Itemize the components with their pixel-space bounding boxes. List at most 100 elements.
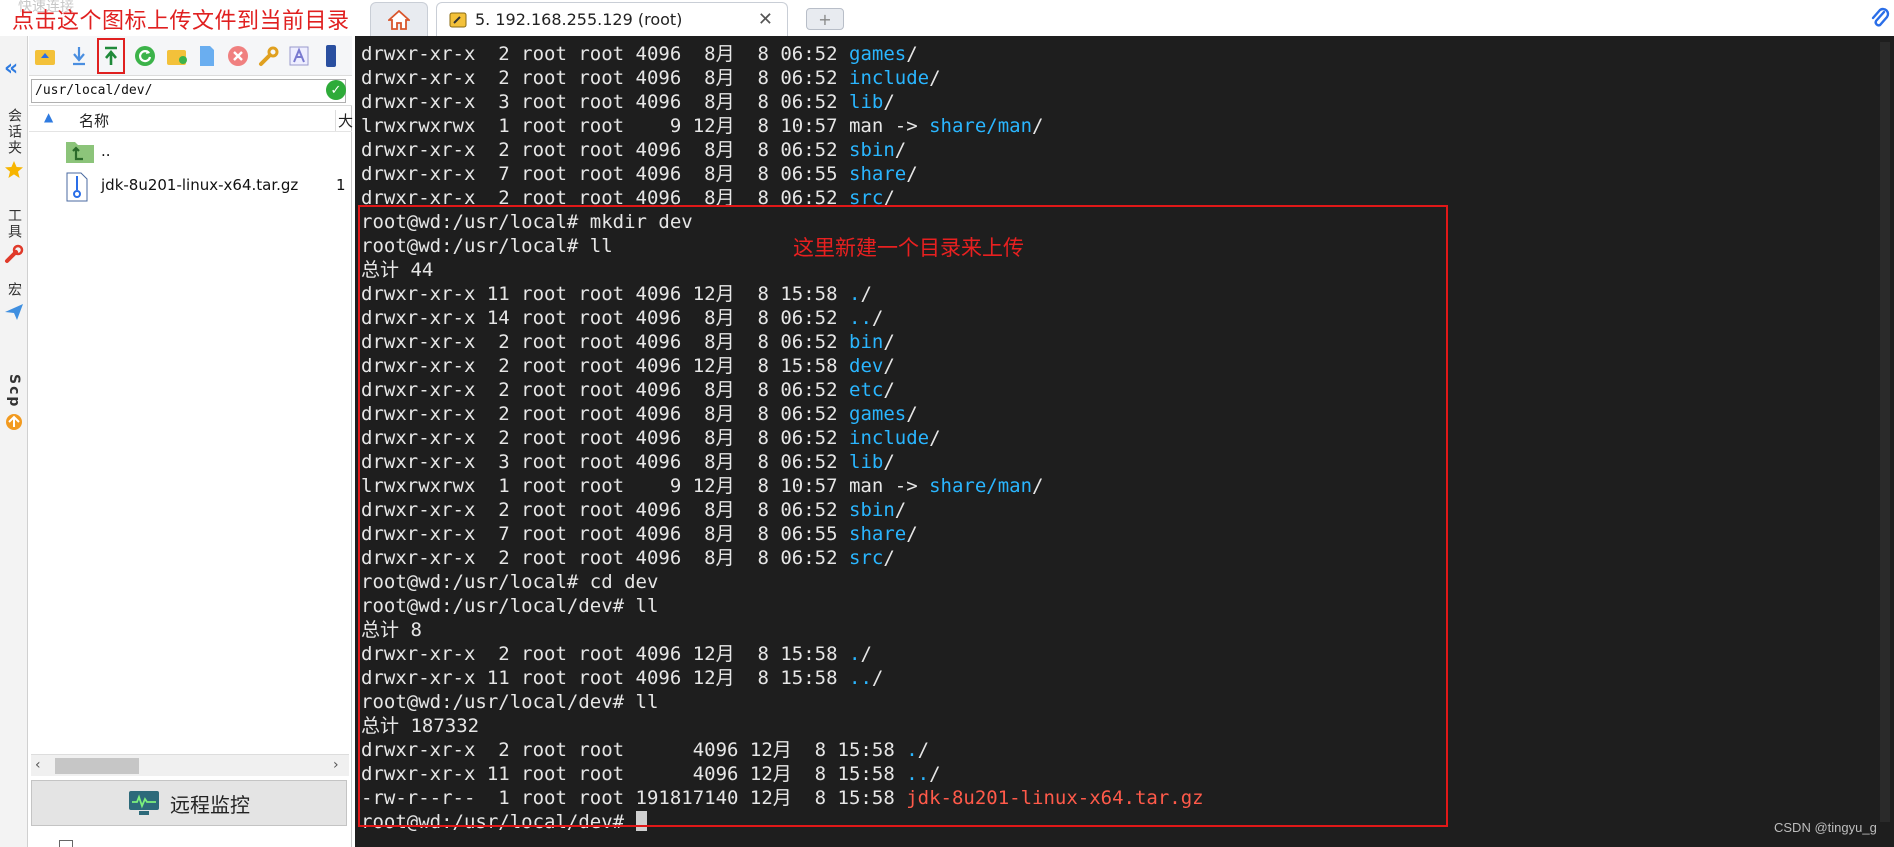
terminal-text: root@wd:/usr/local/dev# ll	[361, 691, 659, 713]
terminal-line: root@wd:/usr/local# mkdir dev	[361, 210, 1204, 234]
terminal-line: drwxr-xr-x 2 root root 4096 8月 8 06:52 e…	[361, 378, 1204, 402]
terminal-text: drwxr-xr-x 11 root root 4096 12月 8 15:58	[361, 763, 907, 785]
rename-button[interactable]	[287, 44, 311, 68]
dir-name: src	[849, 547, 884, 569]
bottom-option[interactable]	[59, 836, 319, 847]
terminal-text: drwxr-xr-x 2 root root 4096 12月 8 15:58	[361, 739, 907, 761]
terminal-text: drwxr-xr-x 2 root root 4096 8月 8 06:52	[361, 187, 849, 209]
terminal-text: /	[1032, 115, 1044, 137]
terminal-text: drwxr-xr-x 2 root root 4096 8月 8 06:52	[361, 547, 849, 569]
terminal-text: /	[883, 91, 895, 113]
terminal-text: /	[929, 427, 941, 449]
new-file-button[interactable]	[195, 44, 219, 68]
checkmark-icon[interactable]: ✓	[326, 80, 346, 100]
dir-name: share/man	[929, 115, 1033, 137]
tab-home[interactable]	[370, 2, 428, 36]
terminal-line: root@wd:/usr/local# ll	[361, 234, 1204, 258]
path-input[interactable]: /usr/local/dev/	[31, 79, 346, 103]
scroll-right-icon[interactable]: ›	[333, 757, 339, 773]
delete-button[interactable]	[226, 44, 250, 68]
terminal-line: 总计 8	[361, 618, 1204, 642]
terminal-text: drwxr-xr-x 2 root root 4096 8月 8 06:52	[361, 427, 849, 449]
dir-name: sbin	[849, 139, 895, 161]
terminal-text: drwxr-xr-x 2 root root 4096 8月 8 06:52	[361, 403, 849, 425]
dir-name: sbin	[849, 499, 895, 521]
terminal-line: drwxr-xr-x 2 root root 4096 8月 8 06:52 s…	[361, 138, 1204, 162]
download-button[interactable]	[67, 44, 91, 68]
dir-name: games	[849, 43, 907, 65]
terminal-scrollbar[interactable]	[1876, 40, 1894, 840]
new-tab-button[interactable]: +	[806, 8, 844, 30]
file-toolbar	[29, 36, 352, 76]
dir-name: .	[906, 739, 918, 761]
side-tab-label: Scp	[6, 374, 22, 409]
refresh-button[interactable]	[133, 44, 157, 68]
wrench-icon	[259, 46, 279, 66]
new-folder-button[interactable]	[165, 44, 189, 68]
terminal[interactable]: drwxr-xr-x 2 root root 4096 8月 8 06:52 g…	[355, 36, 1894, 847]
tools-icon	[5, 244, 24, 263]
close-icon[interactable]: ✕	[758, 9, 773, 30]
terminal-output: drwxr-xr-x 2 root root 4096 8月 8 06:52 g…	[361, 42, 1204, 834]
terminal-text: /	[906, 43, 918, 65]
new-folder-icon	[167, 50, 187, 65]
delete-icon	[228, 46, 248, 66]
option-checkbox[interactable]	[59, 840, 73, 847]
terminal-scrollbar-thumb[interactable]	[1880, 42, 1890, 822]
terminal-text: /	[894, 139, 907, 161]
terminal-line: lrwxrwxrwx 1 root root 9 12月 8 10:57 man…	[361, 474, 1204, 498]
column-name[interactable]: 名称	[79, 110, 109, 131]
scrollbar-thumb[interactable]	[55, 758, 139, 774]
terminal-text: lrwxrwxrwx 1 root root 9 12月 8 10:57 man…	[361, 475, 930, 497]
folder-up-icon	[35, 50, 55, 65]
file-row-parent[interactable]: ..	[29, 134, 352, 168]
star-icon	[5, 161, 23, 178]
side-tab-tools[interactable]: 工具	[0, 208, 28, 264]
terminal-line: drwxr-xr-x 2 root root 4096 8月 8 06:52 s…	[361, 186, 1204, 210]
side-tab-label: 会话夹	[6, 108, 22, 156]
parent-folder-button[interactable]	[33, 44, 57, 68]
paperclip-icon[interactable]	[1870, 6, 1890, 30]
terminal-line: drwxr-xr-x 2 root root 4096 8月 8 06:52 b…	[361, 330, 1204, 354]
top-bar: 快速连接 点击这个图标上传文件到当前目录 5. 192.168.255.129 …	[0, 0, 1894, 36]
plus-icon: +	[818, 9, 832, 29]
side-tab-strip: « 会话夹 工具 宏 Scp	[0, 36, 28, 847]
terminal-text: /	[871, 307, 884, 329]
column-size[interactable]: 大	[335, 110, 353, 131]
terminal-text: root@wd:/usr/local/dev#	[361, 811, 636, 833]
more-icon	[326, 45, 336, 67]
side-tab-scp[interactable]: Scp	[0, 374, 28, 432]
terminal-text: lrwxrwxrwx 1 root root 9 12月 8 10:57 man…	[361, 115, 930, 137]
terminal-line: drwxr-xr-x 2 root root 4096 12月 8 15:58 …	[361, 642, 1204, 666]
terminal-text: drwxr-xr-x 2 root root 4096 8月 8 06:52	[361, 139, 849, 161]
side-tab-macros[interactable]: 宏	[0, 282, 28, 322]
terminal-text: /	[871, 667, 884, 689]
collapse-icon[interactable]: «	[4, 56, 18, 81]
terminal-text: /	[860, 283, 872, 305]
terminal-text: /	[883, 451, 895, 473]
terminal-line: lrwxrwxrwx 1 root root 9 12月 8 10:57 man…	[361, 114, 1204, 138]
terminal-text: 总计 44	[361, 259, 434, 281]
terminal-text: /	[883, 547, 895, 569]
terminal-text: 总计 187332	[361, 715, 480, 737]
properties-button[interactable]	[257, 44, 281, 68]
terminal-line: 总计 187332	[361, 714, 1204, 738]
terminal-text: drwxr-xr-x 2 root root 4096 8月 8 06:52	[361, 331, 849, 353]
dir-name: include	[849, 67, 930, 89]
sort-ascending-icon[interactable]: ▲	[44, 110, 53, 124]
file-row-jdk[interactable]: jdk-8u201-linux-x64.tar.gz 1	[29, 168, 352, 202]
dir-name: share	[849, 163, 907, 185]
remote-monitor-button[interactable]: 远程监控	[31, 780, 347, 826]
watermark: CSDN @tingyu_g	[1774, 820, 1877, 835]
scroll-left-icon[interactable]: ‹	[35, 757, 41, 773]
scp-icon	[6, 414, 22, 431]
terminal-annotation: 这里新建一个目录来上传	[793, 236, 1024, 260]
terminal-text: /	[917, 739, 930, 761]
dir-name: include	[849, 427, 930, 449]
dir-name: ..	[906, 763, 930, 785]
side-tab-sessions[interactable]: 会话夹	[0, 108, 28, 180]
tab-session[interactable]: 5. 192.168.255.129 (root) ✕	[436, 2, 788, 36]
horizontal-scrollbar[interactable]: ‹ ›	[31, 754, 349, 776]
more-button[interactable]	[319, 44, 343, 68]
dir-name: lib	[849, 451, 884, 473]
